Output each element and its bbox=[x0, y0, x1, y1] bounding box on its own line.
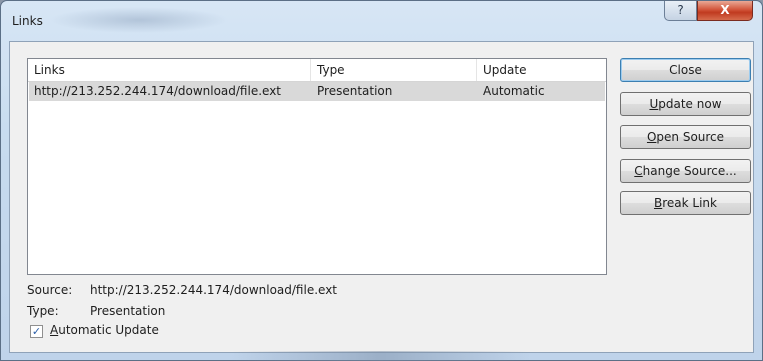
source-value: http://213.252.244.174/download/file.ext bbox=[90, 283, 338, 297]
help-button[interactable]: ? bbox=[664, 1, 697, 21]
change-source-button[interactable]: Change Source... bbox=[620, 159, 751, 183]
window-close-button[interactable]: X bbox=[697, 1, 753, 21]
close-icon: X bbox=[720, 3, 730, 17]
update-cell: Automatic bbox=[483, 84, 545, 98]
open-source-button[interactable]: Open Source bbox=[620, 125, 751, 149]
list-item[interactable]: http://213.252.244.174/download/file.ext… bbox=[29, 82, 605, 101]
window-title: Links bbox=[12, 14, 43, 28]
break-link-button[interactable]: Break Link bbox=[620, 191, 751, 215]
source-label: Source: bbox=[27, 283, 73, 297]
close-button[interactable]: Close bbox=[620, 58, 751, 82]
checkmark-icon: ✓ bbox=[31, 325, 42, 338]
links-list[interactable]: Links Type Update http://213.252.244.174… bbox=[27, 58, 607, 275]
blurred-bottom-region bbox=[231, 351, 531, 361]
column-header-update[interactable]: Update bbox=[477, 59, 606, 81]
type-value: Presentation bbox=[90, 304, 166, 318]
type-label: Type: bbox=[27, 304, 59, 318]
links-dialog: Links ? X Links Type Update http://213.2… bbox=[0, 0, 763, 361]
list-header: Links Type Update bbox=[28, 59, 606, 82]
column-header-type[interactable]: Type bbox=[311, 59, 477, 81]
column-header-links[interactable]: Links bbox=[28, 59, 311, 81]
automatic-update-label[interactable]: Automatic Update bbox=[50, 323, 159, 337]
link-cell: http://213.252.244.174/download/file.ext bbox=[34, 84, 282, 98]
update-now-button[interactable]: Update now bbox=[620, 92, 751, 116]
dialog-body: Links Type Update http://213.252.244.174… bbox=[9, 41, 754, 353]
automatic-update-checkbox[interactable]: ✓ bbox=[30, 325, 43, 338]
help-icon: ? bbox=[677, 3, 684, 17]
blurred-title-region bbox=[49, 7, 229, 33]
title-bar[interactable]: Links ? X bbox=[1, 1, 762, 41]
type-cell: Presentation bbox=[317, 84, 393, 98]
